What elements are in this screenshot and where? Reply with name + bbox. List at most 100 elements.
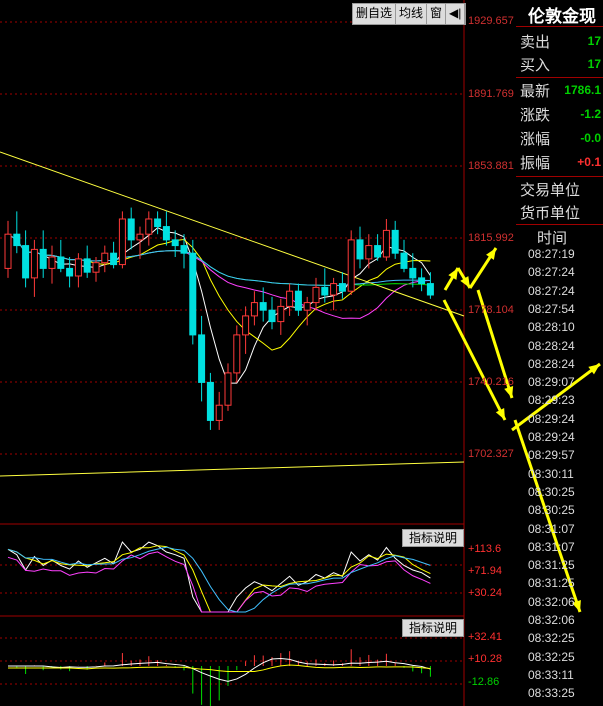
- indicator2-bars: [8, 649, 431, 706]
- candle-body: [356, 239, 364, 260]
- candle-body: [391, 229, 399, 254]
- osc-j-line: [7, 551, 431, 613]
- time-item: 08:32:25: [528, 649, 575, 664]
- currency-unit-label: 货币单位: [520, 205, 581, 222]
- candle-body: [233, 334, 241, 374]
- grid-lines: [0, 0, 465, 706]
- time-item: 08:32:06: [528, 594, 575, 609]
- price-tick: 1929.657: [468, 15, 514, 27]
- candle-body: [74, 258, 82, 277]
- divider: [516, 77, 603, 78]
- candle-body: [206, 381, 214, 421]
- candle-body: [127, 218, 135, 241]
- candle-body: [48, 256, 56, 269]
- candle-body: [294, 290, 302, 311]
- price-tick: 1815.992: [468, 232, 514, 244]
- sell-label: 卖出: [520, 34, 551, 51]
- sell-value: 17: [587, 34, 601, 48]
- indicator1-tick: +71.94: [468, 565, 502, 577]
- chart-toolbar: 删自选 均线 窗 ◀|: [352, 3, 467, 25]
- support-line: [0, 461, 465, 477]
- candle-body: [101, 252, 109, 264]
- indicator2-tick: +32.41: [468, 631, 502, 643]
- candle-body: [57, 256, 65, 269]
- divider: [516, 176, 603, 177]
- exit-icon[interactable]: ◀|: [446, 4, 466, 24]
- candle-body: [400, 252, 408, 269]
- candle-body: [224, 372, 232, 406]
- candle-body: [136, 233, 144, 241]
- time-item: 08:29:23: [528, 393, 575, 408]
- candle-body: [365, 245, 373, 260]
- ma-button[interactable]: 均线: [396, 4, 428, 24]
- time-item: 08:27:24: [528, 283, 575, 298]
- change-value: -1.2: [580, 107, 601, 121]
- time-item: 08:29:07: [528, 375, 575, 390]
- time-header: 时间: [537, 230, 568, 247]
- time-item: 08:31:07: [528, 521, 575, 536]
- price-tick: 1702.327: [468, 448, 514, 460]
- price-tick: 1740.216: [468, 376, 514, 388]
- buy-label: 买入: [520, 57, 551, 74]
- candle-body: [189, 252, 197, 336]
- time-item: 08:28:10: [528, 320, 575, 335]
- indicator1-lines: [7, 541, 431, 613]
- candle-body: [426, 283, 434, 296]
- annotation-arrow: [442, 299, 507, 421]
- trade-unit-label: 交易单位: [520, 182, 581, 199]
- osc-k-line: [7, 541, 431, 613]
- candle-body: [382, 229, 390, 258]
- candle-body: [118, 218, 126, 266]
- pct-value: -0.0: [580, 131, 601, 145]
- last-value: 1786.1: [564, 83, 601, 97]
- candle-body: [215, 404, 223, 421]
- time-item: 08:31:07: [528, 539, 575, 554]
- candle-body: [268, 309, 276, 323]
- time-item: 08:30:11: [528, 466, 574, 481]
- amp-value: +0.1: [577, 155, 601, 169]
- ma-lines: [0, 151, 465, 477]
- indicator2-tick: -12.86: [468, 676, 500, 688]
- candle-body: [171, 239, 179, 247]
- time-item: 08:29:57: [528, 448, 575, 463]
- last-label: 最新: [520, 83, 551, 100]
- candle-body: [250, 302, 258, 317]
- remove-favorite-button[interactable]: 删自选: [353, 4, 397, 24]
- candle-body: [66, 267, 74, 277]
- indicator1-tick: +30.24: [468, 587, 502, 599]
- indicator2-help-button[interactable]: 指标说明: [402, 619, 464, 637]
- price-tick: 1891.769: [468, 88, 514, 100]
- time-item: 08:32:25: [528, 631, 575, 646]
- time-item: 08:30:25: [528, 484, 575, 499]
- amp-label: 振幅: [520, 155, 551, 172]
- time-item: 08:33:25: [528, 686, 575, 701]
- candle-body: [321, 286, 329, 296]
- price-tick: 1778.104: [468, 304, 514, 316]
- candle-body: [154, 218, 162, 228]
- candle-body: [83, 258, 91, 273]
- indicator1-help-button[interactable]: 指标说明: [402, 529, 464, 547]
- time-item: 08:31:25: [528, 558, 575, 573]
- chart-svg: [0, 0, 601, 706]
- candle-body: [338, 283, 346, 292]
- time-item: 08:28:24: [528, 338, 575, 353]
- pct-label: 涨幅: [520, 131, 551, 148]
- candle-body: [92, 262, 100, 273]
- candle-body: [110, 252, 118, 266]
- candle-body: [409, 267, 417, 279]
- window-button[interactable]: 窗: [427, 4, 447, 24]
- time-item: 08:29:24: [528, 430, 575, 444]
- candle-body: [13, 233, 21, 247]
- candle-body: [374, 245, 382, 258]
- time-item: 08:30:25: [528, 503, 575, 518]
- buy-value: 17: [587, 57, 601, 71]
- candle-body: [418, 277, 426, 285]
- candle-body: [39, 248, 47, 269]
- time-item: 08:31:25: [528, 576, 575, 591]
- divider: [516, 224, 603, 225]
- time-item: 08:32:06: [528, 613, 575, 627]
- candle-body: [162, 226, 170, 241]
- time-item: 08:27:19: [528, 247, 575, 261]
- candle-body: [198, 334, 206, 383]
- candle-body: [4, 233, 12, 269]
